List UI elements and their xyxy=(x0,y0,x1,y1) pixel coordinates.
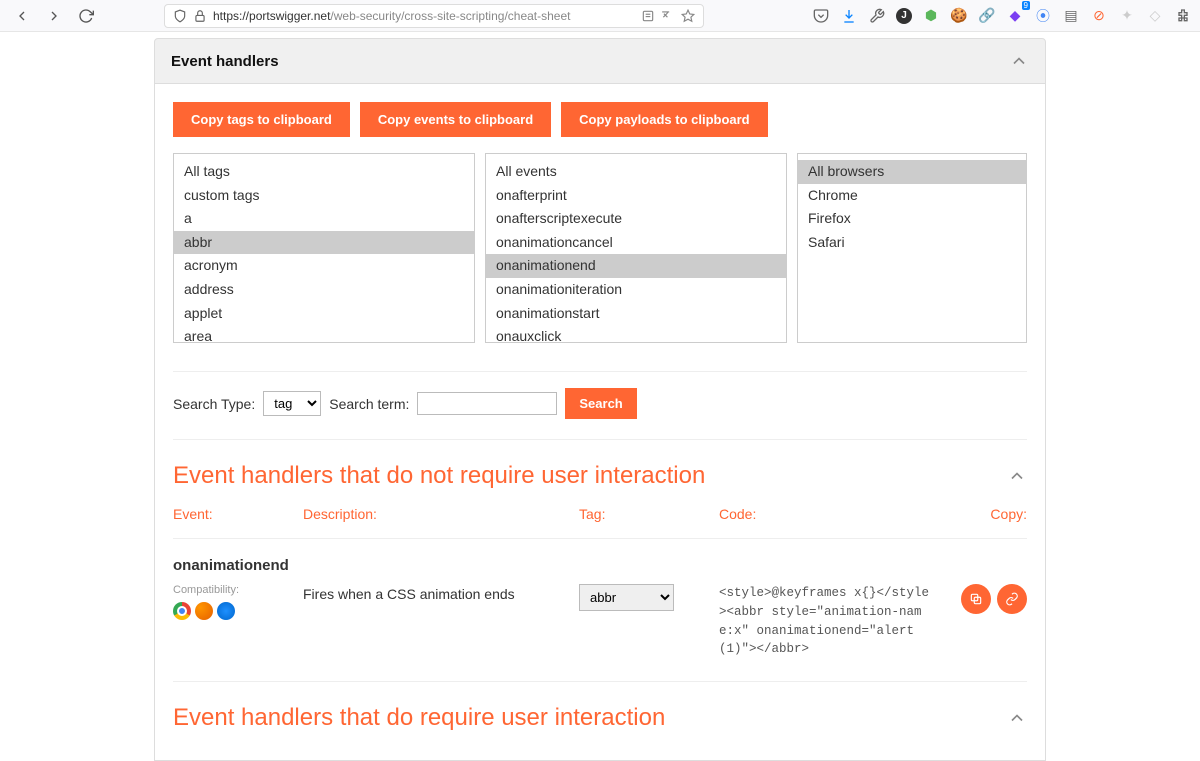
compat-label: Compatibility: xyxy=(173,584,303,596)
shield-icon xyxy=(173,9,187,23)
browsers-listbox[interactable]: All browsersChromeFirefoxSafari xyxy=(797,153,1027,343)
list-item[interactable]: onauxclick xyxy=(486,325,786,343)
safari-icon xyxy=(217,602,235,620)
ext-cookie-icon[interactable]: 🍪 xyxy=(950,7,968,25)
ext-green-icon[interactable]: ⬢ xyxy=(922,7,940,25)
forward-button[interactable] xyxy=(40,2,68,30)
download-icon[interactable] xyxy=(840,7,858,25)
ext-translate-icon[interactable]: ⦿ xyxy=(1034,7,1052,25)
browser-toolbar: https://portswigger.net/web-security/cro… xyxy=(0,0,1200,32)
search-row: Search Type: tag Search term: Search xyxy=(173,384,1027,440)
ext-note-icon[interactable]: ▤ xyxy=(1062,7,1080,25)
search-type-label: Search Type: xyxy=(173,396,255,412)
list-item[interactable]: abbr xyxy=(174,231,474,255)
list-item[interactable]: Safari xyxy=(798,231,1026,255)
list-item[interactable]: All events xyxy=(486,160,786,184)
list-item[interactable]: Firefox xyxy=(798,207,1026,231)
panel-title: Event handlers xyxy=(171,53,279,70)
list-item[interactable]: address xyxy=(174,278,474,302)
search-button[interactable]: Search xyxy=(565,388,636,419)
section-require-interaction-header[interactable]: Event handlers that do require user inte… xyxy=(173,682,1027,742)
list-item[interactable]: applet xyxy=(174,302,474,326)
chevron-up-icon xyxy=(1007,466,1027,486)
list-item[interactable]: onafterscriptexecute xyxy=(486,207,786,231)
section-no-interaction-header[interactable]: Event handlers that do not require user … xyxy=(173,440,1027,500)
events-listbox[interactable]: All eventsonafterprintonafterscriptexecu… xyxy=(485,153,787,343)
result-code: <style>@keyframes x{}</style><abbr style… xyxy=(719,584,947,659)
tags-listbox[interactable]: All tagscustom tagsaabbracronymaddressap… xyxy=(173,153,475,343)
extensions-menu-icon[interactable] xyxy=(1174,7,1192,25)
copy-code-button[interactable] xyxy=(961,584,991,614)
list-item[interactable]: onanimationcancel xyxy=(486,231,786,255)
list-item[interactable]: All browsers xyxy=(798,160,1026,184)
search-term-input[interactable] xyxy=(417,392,557,415)
copy-payloads-button[interactable]: Copy payloads to clipboard xyxy=(561,102,767,137)
copy-events-button[interactable]: Copy events to clipboard xyxy=(360,102,551,137)
ext-purple-icon[interactable]: ◆9 xyxy=(1006,7,1024,25)
col-tag: Tag: xyxy=(579,506,719,522)
col-copy: Copy: xyxy=(947,506,1027,522)
url-bar[interactable]: https://portswigger.net/web-security/cro… xyxy=(164,4,704,28)
table-header: Event: Description: Tag: Code: Copy: xyxy=(173,500,1027,539)
result-description: Fires when a CSS animation ends xyxy=(303,584,579,602)
ext-gray1-icon[interactable]: ✦ xyxy=(1118,7,1136,25)
result-tag-select[interactable]: abbr xyxy=(579,584,674,611)
search-term-label: Search term: xyxy=(329,396,409,412)
list-item[interactable]: a xyxy=(174,207,474,231)
section-title: Event handlers that do not require user … xyxy=(173,462,705,490)
list-item[interactable]: Chrome xyxy=(798,184,1026,208)
list-item[interactable]: area xyxy=(174,325,474,343)
toolbar-extensions: J ⬢ 🍪 🔗 ◆9 ⦿ ▤ ⊘ ✦ ◇ xyxy=(812,7,1192,25)
ext-j-icon[interactable]: J xyxy=(896,8,912,24)
col-code: Code: xyxy=(719,506,947,522)
url-text: https://portswigger.net/web-security/cro… xyxy=(213,9,635,23)
firefox-icon xyxy=(195,602,213,620)
chevron-up-icon xyxy=(1007,708,1027,728)
result-event-name: onanimationend xyxy=(173,557,1027,574)
translate-icon[interactable] xyxy=(661,9,675,23)
search-type-select[interactable]: tag xyxy=(263,391,321,416)
section-title: Event handlers that do require user inte… xyxy=(173,704,665,732)
list-item[interactable]: onanimationiteration xyxy=(486,278,786,302)
wrench-icon[interactable] xyxy=(868,7,886,25)
col-event: Event: xyxy=(173,506,303,522)
list-item[interactable]: onanimationstart xyxy=(486,302,786,326)
bookmark-star-icon[interactable] xyxy=(681,9,695,23)
reload-button[interactable] xyxy=(72,2,100,30)
ext-block-icon[interactable]: ⊘ xyxy=(1090,7,1108,25)
ext-gray2-icon[interactable]: ◇ xyxy=(1146,7,1164,25)
list-item[interactable]: All tags xyxy=(174,160,474,184)
col-desc: Description: xyxy=(303,506,579,522)
ext-link-icon[interactable]: 🔗 xyxy=(978,7,996,25)
list-item[interactable]: onafterprint xyxy=(486,184,786,208)
list-item[interactable]: onanimationend xyxy=(486,254,786,278)
copy-tags-button[interactable]: Copy tags to clipboard xyxy=(173,102,350,137)
chrome-icon xyxy=(173,602,191,620)
list-item[interactable]: custom tags xyxy=(174,184,474,208)
copy-link-button[interactable] xyxy=(997,584,1027,614)
result-row: onanimationend Compatibility: Fires when… xyxy=(173,539,1027,682)
reader-icon[interactable] xyxy=(641,9,655,23)
back-button[interactable] xyxy=(8,2,36,30)
lock-icon xyxy=(193,9,207,23)
list-item[interactable]: acronym xyxy=(174,254,474,278)
pocket-icon[interactable] xyxy=(812,7,830,25)
chevron-up-icon xyxy=(1009,51,1029,71)
panel-body: Copy tags to clipboard Copy events to cl… xyxy=(154,84,1046,761)
panel-header-event-handlers[interactable]: Event handlers xyxy=(154,38,1046,84)
